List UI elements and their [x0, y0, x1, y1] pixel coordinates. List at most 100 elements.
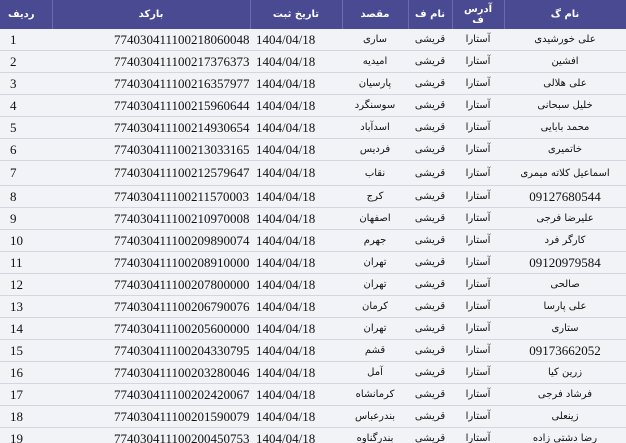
column-header-row-number[interactable]: ردیف — [0, 0, 53, 29]
cell-destination: قشم — [342, 339, 408, 362]
table-row[interactable]: 107740304111002098900741041404/04/18جهرم… — [0, 229, 626, 252]
table-row[interactable]: 137740304111002067900761041404/04/18کرما… — [0, 295, 626, 318]
cell-date: 1404/04/18 — [250, 339, 342, 362]
cell-barcode: 774030411100211570003104 — [52, 185, 250, 208]
cell-barcode: 774030411100207800000104 — [52, 273, 250, 296]
cell-row-number: 6 — [0, 138, 52, 161]
table-row[interactable]: 127740304111002078000001041404/04/18تهرا… — [0, 273, 626, 296]
column-header-last-name[interactable]: نام ف — [408, 0, 453, 29]
cell-address: آستارا — [452, 251, 504, 274]
table-row[interactable]: 87740304111002115700031041404/04/18کرجقر… — [0, 185, 626, 208]
cell-barcode: 774030411100210970008104 — [52, 207, 250, 230]
cell-destination: اصفهان — [342, 207, 408, 230]
cell-name: علی پارسا — [504, 295, 626, 318]
cell-name: زینعلی — [504, 405, 626, 428]
cell-destination: کرج — [342, 185, 408, 208]
cell-name: خاتمیری — [504, 138, 626, 161]
cell-address: آستارا — [452, 295, 504, 318]
cell-date: 1404/04/18 — [250, 72, 342, 95]
cell-last-name: قریشی — [408, 29, 452, 51]
table-row[interactable]: 117740304111002089100001041404/04/18تهرا… — [0, 251, 626, 274]
table-row[interactable]: 77740304111002125796471041404/04/18نقابق… — [0, 160, 626, 186]
cell-destination: کرمان — [342, 295, 408, 318]
cell-date: 1404/04/18 — [250, 295, 342, 318]
cell-destination: تهران — [342, 251, 408, 274]
cell-date: 1404/04/18 — [250, 185, 342, 208]
table-row[interactable]: 57740304111002149306541041404/04/18اسدآب… — [0, 116, 626, 139]
cell-name: افشین — [504, 50, 626, 73]
cell-barcode: 774030411100204330795104 — [52, 339, 250, 362]
cell-barcode: 774030411100213033165604 — [52, 138, 250, 161]
cell-name: ستاری — [504, 317, 626, 340]
cell-last-name: قریشی — [408, 72, 452, 95]
cell-date: 1404/04/18 — [250, 116, 342, 139]
cell-last-name: قریشی — [408, 229, 452, 252]
cell-row-number: 19 — [0, 427, 52, 443]
cell-address: آستارا — [452, 29, 504, 51]
cell-address: آستارا — [452, 317, 504, 340]
cell-name: محمد بابایی — [504, 116, 626, 139]
cell-address: آستارا — [452, 405, 504, 428]
cell-barcode: 774030411100216357977104 — [52, 72, 250, 95]
records-table: ردیف بارکد تاریخ ثبت مقصد نام ف آدرس ف ن… — [0, 0, 626, 443]
table-row[interactable]: 157740304111002043307951041404/04/18قشمق… — [0, 339, 626, 362]
table-row[interactable]: 17740304111002180600481041404/04/18ساریق… — [0, 29, 626, 51]
table-row[interactable]: 27740304111002173763731041404/04/18امیدی… — [0, 50, 626, 73]
cell-destination: بندرعباس — [342, 405, 408, 428]
cell-last-name: قریشی — [408, 50, 452, 73]
table-row[interactable]: 97740304111002109700081041404/04/18اصفها… — [0, 207, 626, 230]
table-row[interactable]: 187740304111002015900791041404/04/18بندر… — [0, 405, 626, 428]
cell-destination: سوسنگرد — [342, 94, 408, 117]
cell-row-number: 1 — [0, 29, 52, 51]
cell-barcode: 774030411100215960644104 — [52, 94, 250, 117]
cell-destination: آمل — [342, 361, 408, 384]
cell-row-number: 16 — [0, 361, 52, 384]
cell-name: خلیل سبحانی — [504, 94, 626, 117]
cell-date: 1404/04/18 — [250, 229, 342, 252]
table-row[interactable]: 177740304111002024200671041404/04/18کرما… — [0, 383, 626, 406]
table-row[interactable]: 167740304111002032800461041404/04/18آملق… — [0, 361, 626, 384]
cell-address: آستارا — [452, 383, 504, 406]
cell-barcode: 774030411100212579647104 — [52, 160, 250, 186]
table-row[interactable]: 197740304111002004507531041404/04/18بندر… — [0, 427, 626, 443]
table-row[interactable]: 147740304111002056000001041404/04/18تهرا… — [0, 317, 626, 340]
column-header-name[interactable]: نام گ — [504, 0, 626, 29]
cell-destination: بندرگناوه — [342, 427, 408, 443]
cell-date: 1404/04/18 — [250, 317, 342, 340]
cell-name: 09173662052 — [504, 339, 626, 362]
cell-barcode: 774030411100201590079104 — [52, 405, 250, 428]
cell-address: آستارا — [452, 50, 504, 73]
cell-row-number: 12 — [0, 273, 52, 296]
cell-row-number: 8 — [0, 185, 52, 208]
cell-date: 1404/04/18 — [250, 50, 342, 73]
table-row[interactable]: 47740304111002159606441041404/04/18سوسنگ… — [0, 94, 626, 117]
cell-destination: پارسیان — [342, 72, 408, 95]
cell-last-name: قریشی — [408, 405, 452, 428]
column-header-address[interactable]: آدرس ف — [452, 0, 505, 29]
cell-address: آستارا — [452, 229, 504, 252]
cell-barcode: 774030411100205600000104 — [52, 317, 250, 340]
cell-date: 1404/04/18 — [250, 383, 342, 406]
cell-name: 09127680544 — [504, 185, 626, 208]
cell-last-name: قریشی — [408, 160, 452, 186]
column-header-destination[interactable]: مقصد — [342, 0, 409, 29]
cell-row-number: 18 — [0, 405, 52, 428]
table-row[interactable]: 37740304111002163579771041404/04/18پارسی… — [0, 72, 626, 95]
cell-row-number: 10 — [0, 229, 52, 252]
table-row[interactable]: 67740304111002130331656041404/04/18فردیس… — [0, 138, 626, 161]
cell-address: آستارا — [452, 361, 504, 384]
cell-last-name: قریشی — [408, 273, 452, 296]
cell-name: 09120979584 — [504, 251, 626, 274]
cell-last-name: قریشی — [408, 207, 452, 230]
cell-last-name: قریشی — [408, 295, 452, 318]
cell-row-number: 7 — [0, 160, 52, 186]
cell-address: آستارا — [452, 207, 504, 230]
records-grid-window: ردیف بارکد تاریخ ثبت مقصد نام ف آدرس ف ن… — [0, 0, 626, 443]
cell-row-number: 4 — [0, 94, 52, 117]
cell-row-number: 14 — [0, 317, 52, 340]
column-header-date[interactable]: تاریخ ثبت — [250, 0, 343, 29]
cell-address: آستارا — [452, 339, 504, 362]
cell-date: 1404/04/18 — [250, 29, 342, 51]
cell-destination: فردیس — [342, 138, 408, 161]
column-header-barcode[interactable]: بارکد — [52, 0, 251, 29]
